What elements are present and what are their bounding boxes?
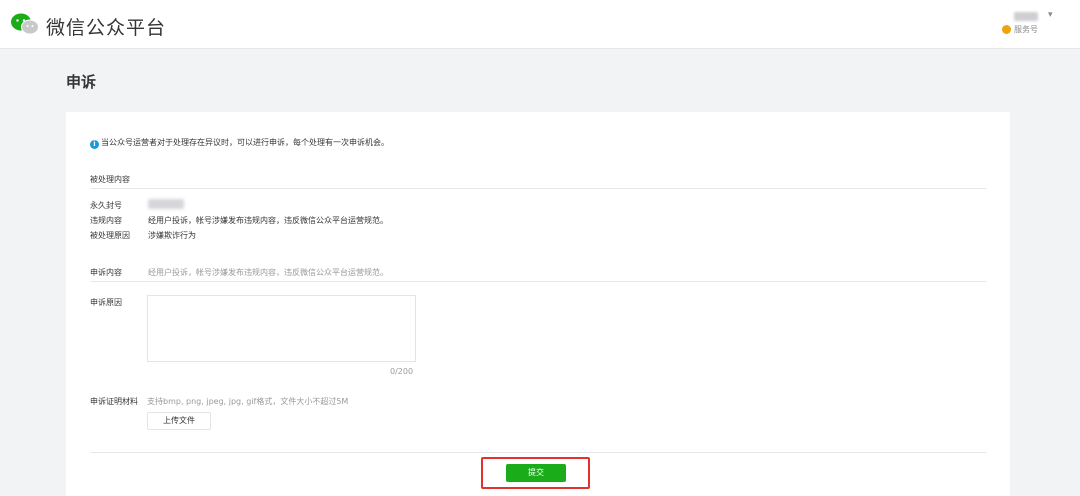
account-type-label: 服务号 — [1014, 25, 1038, 34]
evidence-hint: 支持bmp, png, jpeg, jpg, gif格式，文件大小不超过5M — [147, 397, 349, 406]
service-account-icon — [1002, 25, 1011, 34]
violation-value: 经用户投诉，帐号涉嫌发布违规内容，违反微信公众平台运营规范。 — [148, 216, 388, 225]
appeal-reason-textarea[interactable] — [147, 295, 416, 362]
top-bar: 微信公众平台 ▾ 服务号 — [0, 0, 1080, 49]
account-menu[interactable]: ▾ 服务号 — [1002, 10, 1062, 38]
appeal-content-value: 经用户投诉，帐号涉嫌发布违规内容，违反微信公众平台运营规范。 — [148, 268, 388, 277]
handled-section-title: 被处理内容 — [90, 175, 130, 184]
info-icon: i — [90, 140, 99, 149]
appeal-notice: i 当公众号运营者对于处理存在异议时，可以进行申诉，每个处理有一次申诉机会。 — [90, 137, 389, 149]
reason-handled-value: 涉嫌欺诈行为 — [148, 231, 196, 240]
account-id-redacted — [148, 199, 184, 209]
notice-text: 当公众号运营者对于处理存在异议时，可以进行申诉，每个处理有一次申诉机会。 — [101, 138, 389, 147]
page-title: 申诉 — [66, 73, 97, 91]
char-counter: 0/200 — [390, 367, 414, 376]
divider — [90, 452, 986, 453]
upload-file-button[interactable]: 上传文件 — [147, 412, 211, 430]
appeal-content-label: 申诉内容 — [90, 268, 122, 277]
divider — [90, 188, 986, 189]
reason-handled-label: 被处理原因 — [90, 231, 130, 240]
violation-label: 违规内容 — [90, 216, 122, 225]
platform-title[interactable]: 微信公众平台 — [46, 13, 166, 40]
submit-button[interactable]: 提交 — [506, 464, 566, 482]
appeal-form-card: i 当公众号运营者对于处理存在异议时，可以进行申诉，每个处理有一次申诉机会。 被处… — [66, 112, 1010, 496]
evidence-label: 申诉证明材料 — [90, 397, 138, 406]
account-name-redacted[interactable] — [1014, 12, 1038, 21]
divider — [90, 281, 986, 282]
appeal-reason-label: 申诉原因 — [90, 298, 122, 307]
chevron-down-icon[interactable]: ▾ — [1048, 10, 1053, 20]
wechat-logo-icon — [11, 13, 39, 35]
penalty-label: 永久封号 — [90, 201, 122, 210]
